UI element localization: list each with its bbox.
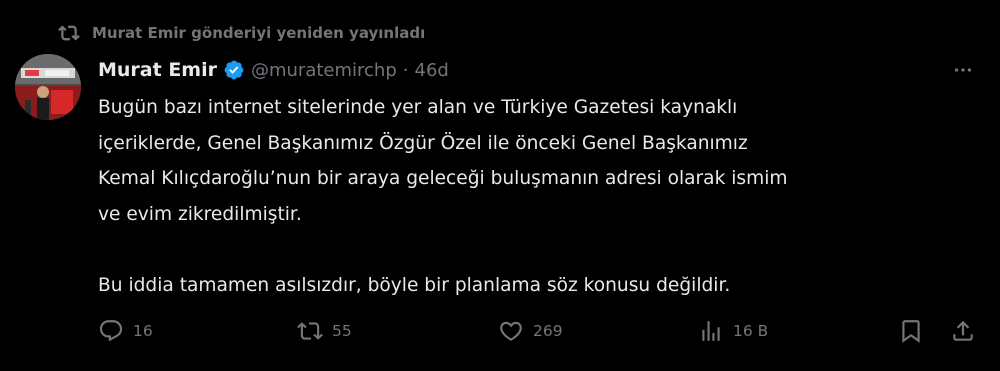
repost-icon — [58, 22, 80, 44]
repost-label: Murat Emir gönderiyi yeniden yayınladı — [92, 24, 426, 42]
views-count: 16 B — [733, 322, 769, 340]
bookmark-button[interactable] — [898, 314, 933, 348]
reply-count: 16 — [133, 322, 153, 340]
share-icon — [950, 318, 976, 344]
repost-indicator[interactable]: Murat Emir gönderiyi yeniden yayınladı — [58, 20, 425, 46]
more-options-icon[interactable] — [948, 58, 978, 82]
repost-button[interactable]: 55 — [297, 314, 352, 348]
views-button[interactable]: 16 B — [698, 314, 768, 348]
author-name[interactable]: Murat Emir — [98, 59, 217, 81]
like-count: 269 — [533, 322, 563, 340]
verified-badge-icon — [223, 59, 245, 81]
like-button[interactable]: 269 — [498, 314, 563, 348]
repost-action-icon — [297, 318, 323, 344]
reply-button[interactable]: 16 — [98, 314, 153, 348]
heart-icon — [498, 318, 524, 344]
action-bar: 16 55 269 16 B — [98, 314, 978, 348]
share-button[interactable] — [950, 314, 985, 348]
tweet-text: Bugün bazı internet sitelerinde yer alan… — [98, 97, 788, 296]
repost-count: 55 — [332, 322, 352, 340]
views-icon — [698, 318, 724, 344]
tweet-header: Murat Emir @muratemirchp · 46d — [98, 56, 449, 84]
bookmark-icon — [898, 318, 924, 344]
avatar[interactable] — [15, 54, 81, 120]
tweet-card[interactable]: Murat Emir gönderiyi yeniden yayınladı M… — [0, 0, 1000, 371]
reply-icon — [98, 318, 124, 344]
separator-dot: · — [402, 59, 409, 81]
author-handle[interactable]: @muratemirchp — [251, 60, 397, 81]
tweet-time[interactable]: 46d — [415, 60, 449, 81]
